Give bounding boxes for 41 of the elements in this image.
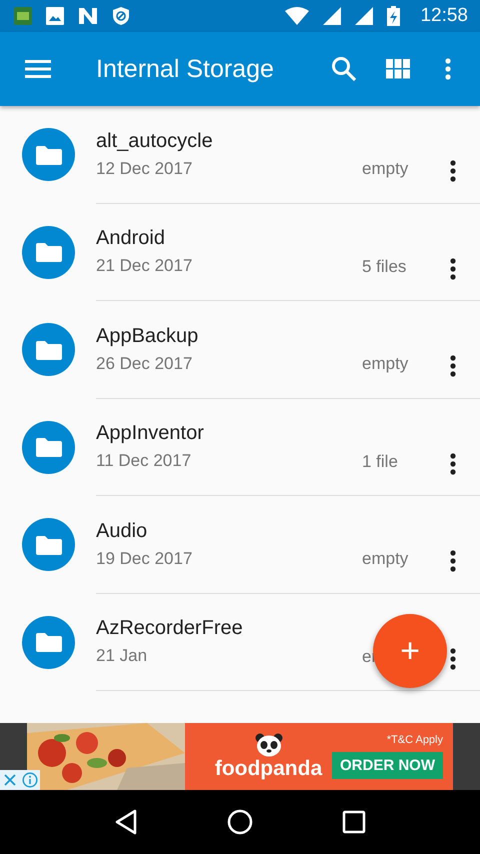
folder-name[interactable]: Android <box>96 227 362 250</box>
folder-name[interactable]: AppBackup <box>96 324 362 348</box>
folder-name[interactable]: Audio <box>96 520 362 543</box>
folder-name[interactable]: AzRecorderFree <box>96 617 362 640</box>
app-icon <box>14 7 32 25</box>
more-options-icon[interactable] <box>449 256 457 281</box>
file-count: empty <box>362 159 408 180</box>
recents-icon[interactable] <box>342 810 366 834</box>
file-count: empty <box>362 354 408 374</box>
screen-title: Internal Storage <box>96 54 275 84</box>
file-count: 5 files <box>362 256 406 277</box>
folder-date: 11 Dec 2017 <box>96 451 192 472</box>
panda-logo-icon <box>254 732 282 756</box>
folder-date: 12 Dec 2017 <box>96 158 194 179</box>
folder-name[interactable]: AppInventor <box>96 422 362 446</box>
n-logo-icon <box>78 7 98 25</box>
battery-charging-icon <box>387 6 400 26</box>
back-icon[interactable] <box>114 809 138 835</box>
image-icon <box>46 7 64 25</box>
file-count: 1 file <box>362 452 398 472</box>
folder-name[interactable]: alt_autocycle <box>96 130 362 153</box>
shield-icon <box>112 6 130 26</box>
signal-icon <box>323 7 342 25</box>
brand-name: foodpanda <box>214 756 322 780</box>
search-icon[interactable] <box>330 55 358 83</box>
more-options-icon[interactable] <box>449 452 457 476</box>
more-options-icon[interactable] <box>449 354 457 378</box>
wifi-icon <box>285 7 310 25</box>
more-options-icon[interactable] <box>449 549 457 574</box>
status-time: 12:58 <box>420 5 468 27</box>
more-options-icon[interactable] <box>449 646 457 671</box>
home-icon[interactable] <box>226 809 253 835</box>
folder-date: 26 Dec 2017 <box>96 354 194 374</box>
more-options-icon[interactable] <box>449 159 457 184</box>
info-icon[interactable] <box>20 770 40 790</box>
folder-date: 19 Dec 2017 <box>96 548 194 569</box>
file-count: empty <box>362 549 408 570</box>
signal-icon <box>355 7 374 25</box>
folder-date: 21 Dec 2017 <box>96 256 194 276</box>
terms-text: *T&C Apply <box>386 734 443 746</box>
folder-date: 21 Jan <box>96 646 148 666</box>
